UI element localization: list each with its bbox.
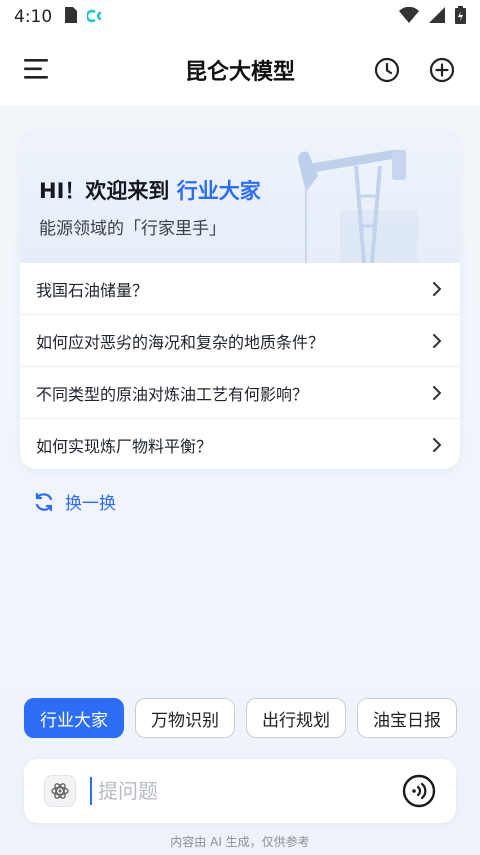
menu-icon[interactable] [24, 58, 50, 80]
chip-object-recognition[interactable]: 万物识别 [135, 698, 235, 738]
feature-chips: 行业大家 万物识别 出行规划 油宝日报 [24, 698, 480, 740]
refresh-label: 换一换 [65, 494, 116, 514]
chat-input-bar [24, 759, 456, 823]
sim-card-icon [64, 7, 78, 27]
welcome-greeting: HI！欢迎来到 行业大家 [39, 175, 261, 205]
oil-pump-illustration-icon [298, 149, 418, 263]
greeting-prefix: HI！欢迎来到 [39, 179, 170, 203]
status-right-icons [399, 6, 466, 28]
chevron-right-icon [433, 385, 441, 400]
question-text: 不同类型的原油对炼油工艺有何影响？ [36, 384, 309, 404]
question-text: 如何应对恶劣的海况和复杂的地质条件？ [36, 332, 325, 352]
welcome-card: HI！欢迎来到 行业大家 能源领域的「行家里手」 我国石油储量？ 如何应对恶劣的… [20, 132, 460, 469]
chip-industry-expert[interactable]: 行业大家 [24, 698, 124, 738]
chip-daily-report[interactable]: 油宝日报 [357, 698, 457, 738]
history-clock-icon[interactable] [374, 57, 400, 83]
text-cursor [90, 777, 92, 805]
status-bar: 4:10 [0, 0, 480, 34]
chip-travel-planning[interactable]: 出行规划 [246, 698, 346, 738]
greeting-highlight: 行业大家 [176, 179, 261, 203]
atom-attach-icon[interactable] [44, 775, 76, 807]
status-time: 4:10 [14, 7, 53, 27]
question-input[interactable] [98, 779, 402, 803]
suggested-questions: 我国石油储量？ 如何应对恶劣的海况和复杂的地质条件？ 不同类型的原油对炼油工艺有… [20, 263, 460, 469]
suggested-question[interactable]: 如何实现炼厂物料平衡？ [20, 419, 460, 469]
suggested-question[interactable]: 如何应对恶劣的海况和复杂的地质条件？ [20, 315, 460, 367]
refresh-icon [35, 492, 53, 511]
welcome-hero: HI！欢迎来到 行业大家 能源领域的「行家里手」 [20, 132, 460, 263]
suggested-question[interactable]: 不同类型的原油对炼油工艺有何影响？ [20, 367, 460, 419]
app-notification-icon [86, 8, 107, 27]
voice-wave-icon[interactable] [402, 774, 436, 808]
page-title: 昆仑大模型 [184, 60, 295, 85]
add-circle-icon[interactable] [429, 57, 455, 83]
battery-icon [455, 6, 466, 28]
suggested-question[interactable]: 我国石油储量？ [20, 263, 460, 315]
chevron-right-icon [433, 333, 441, 348]
question-text: 如何实现炼厂物料平衡？ [36, 437, 213, 456]
ai-disclaimer: 内容由 AI 生成，仅供参考 [170, 835, 310, 849]
chevron-right-icon [433, 281, 441, 296]
welcome-subtitle: 能源领域的「行家里手」 [39, 219, 226, 239]
app-header: 昆仑大模型 [0, 34, 480, 106]
chevron-right-icon [433, 438, 441, 452]
wifi-icon [399, 6, 419, 27]
refresh-button[interactable]: 换一换 [33, 489, 116, 514]
status-left-icons [64, 7, 107, 27]
question-text: 我国石油储量？ [36, 280, 149, 300]
signal-icon [429, 7, 445, 27]
